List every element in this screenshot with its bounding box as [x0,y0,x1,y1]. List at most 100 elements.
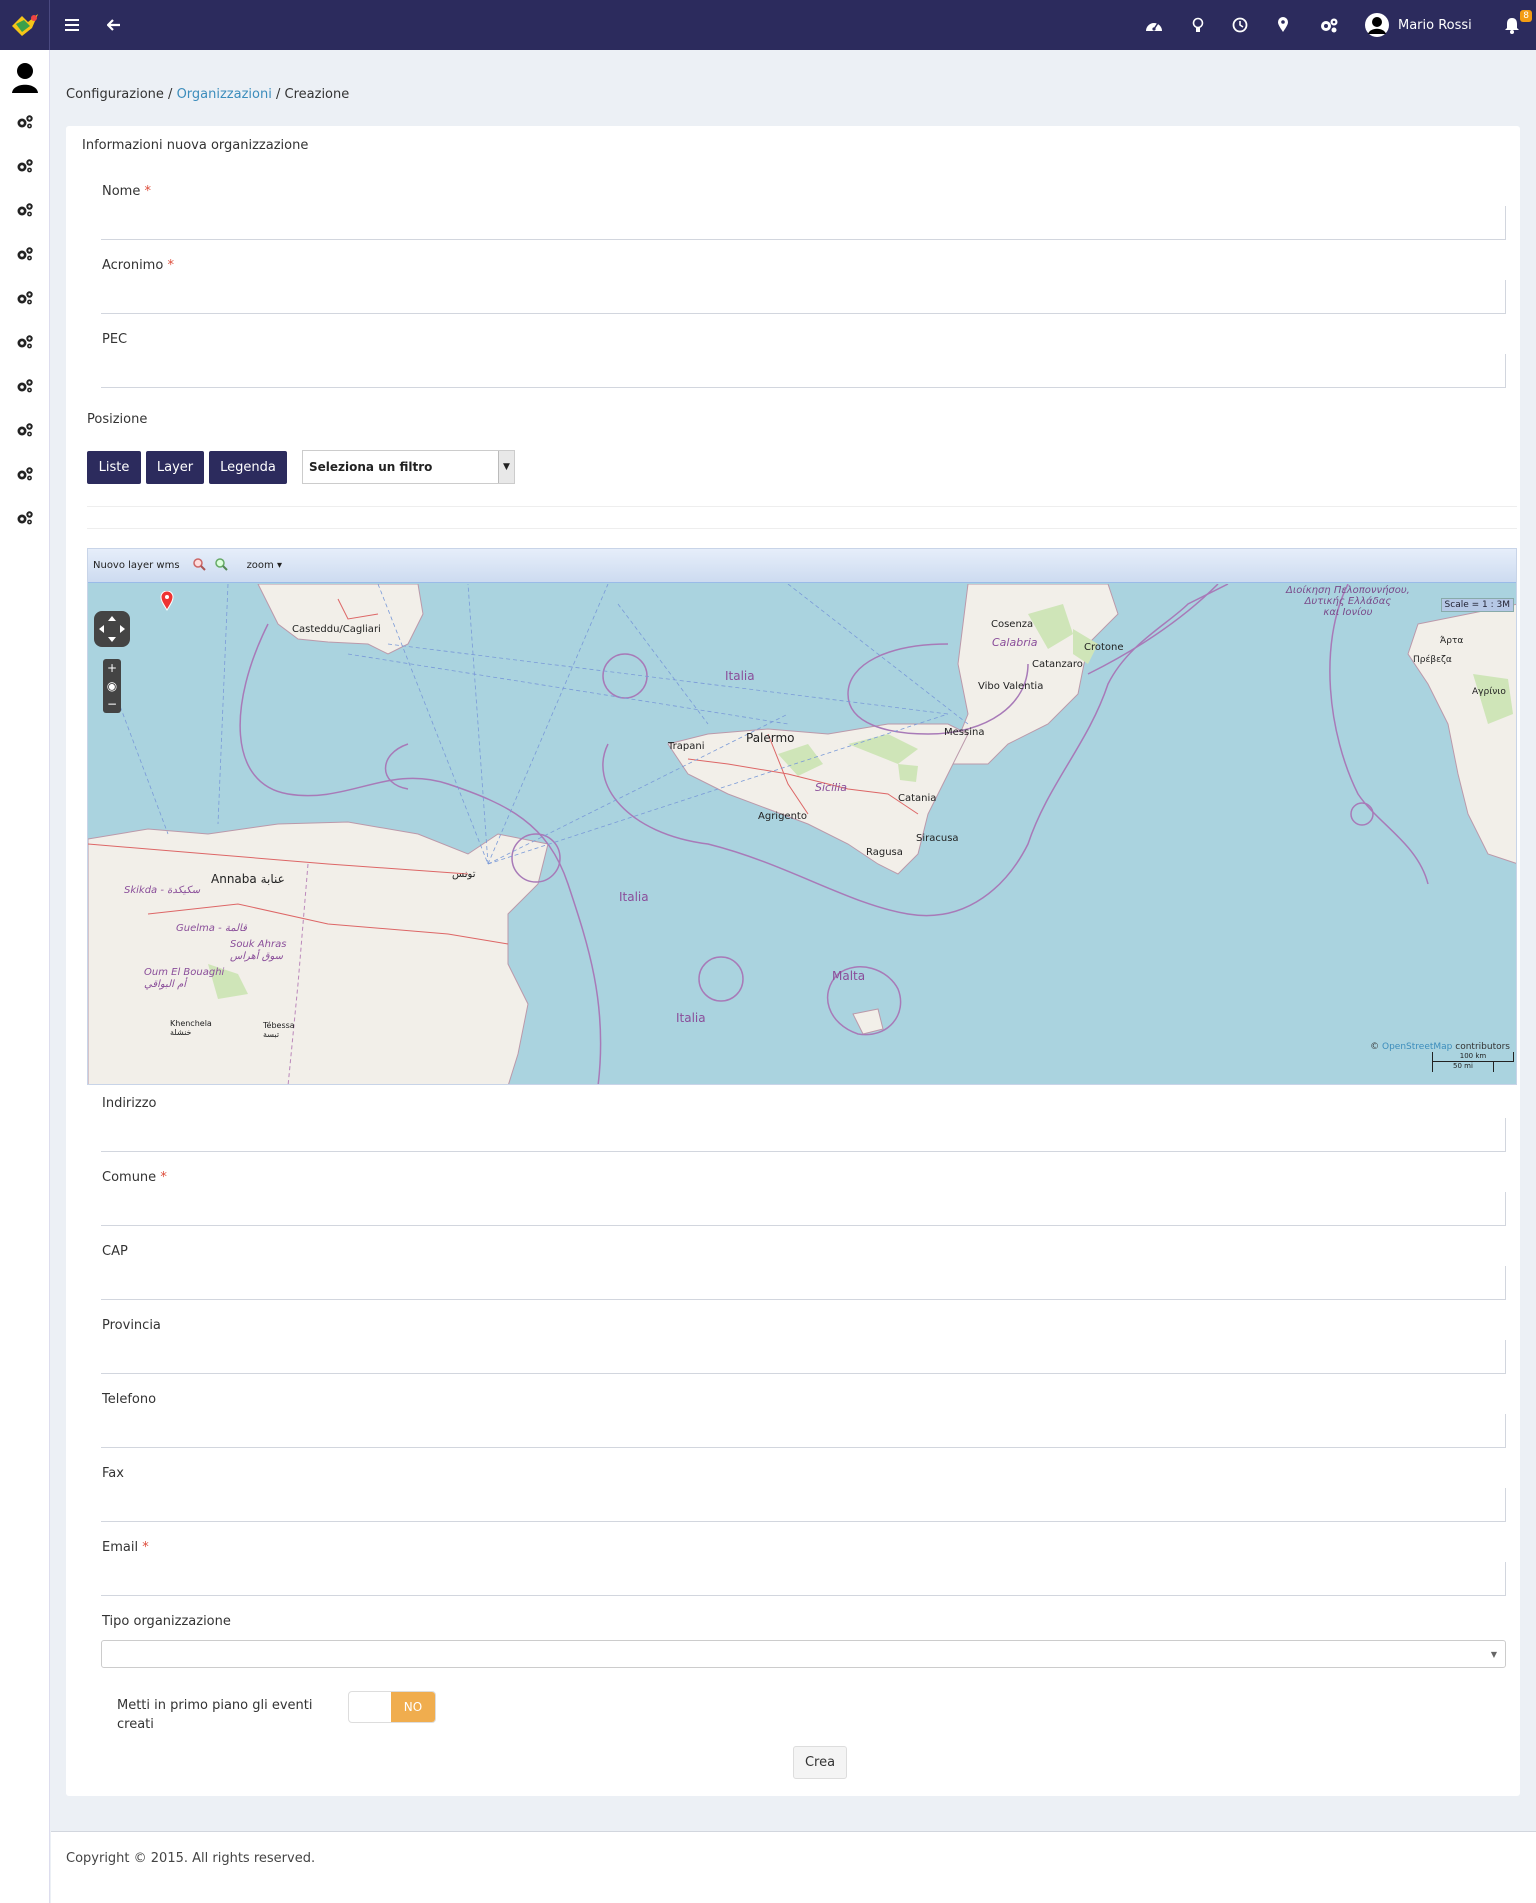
required-marker: * [167,258,174,273]
tipo-organizzazione-label: Tipo organizzazione [102,1614,231,1629]
map-label: Siracusa [916,833,959,844]
attribution-suffix: contributors [1455,1042,1510,1052]
breadcrumb-root[interactable]: Configurazione [66,87,164,102]
sidebar-item-config-9[interactable] [0,456,50,492]
map-label: Trapani [668,741,705,752]
zoom-menu-label: zoom [246,560,274,571]
comune-input[interactable] [101,1192,1506,1226]
map-label: Catania [898,793,937,804]
map-label: Ragusa [866,847,903,858]
sidebar [0,50,50,1903]
divider [87,528,1517,529]
layer-button[interactable]: Layer [146,451,204,484]
gears-icon [16,202,34,218]
sidebar-item-config-10[interactable] [0,500,50,536]
map-pan-control[interactable] [94,611,130,647]
menu-icon[interactable] [58,0,86,50]
map-label: Casteddu/Cagliari [292,624,381,635]
sidebar-item-profile[interactable] [0,58,50,98]
sidebar-item-config-7[interactable] [0,368,50,404]
zoom-in-magnifier-icon[interactable] [192,557,206,574]
telefono-input[interactable] [101,1414,1506,1448]
acronimo-label: Acronimo * [102,258,174,273]
card-title: Informazioni nuova organizzazione [82,138,309,153]
zoom-in-icon[interactable]: + [107,661,117,675]
user-name: Mario Rossi [1398,17,1472,33]
map-zoom-control[interactable]: + ◉ − [103,659,121,713]
map-label: Vibo Valentia [978,681,1044,692]
lightbulb-icon[interactable] [1184,0,1212,50]
map-panel[interactable]: Nuovo layer wms zoom ▾ Casteddu/Cagliari… [87,548,1517,1085]
chevron-down-icon: ▼ [1490,1650,1497,1659]
map-canvas[interactable] [88,584,1517,1085]
zoom-menu[interactable]: zoom ▾ [242,560,282,571]
user-menu[interactable]: Mario Rossi [1364,0,1484,50]
breadcrumb: Configurazione / Organizzazioni / Creazi… [66,87,349,102]
new-layer-wms-button[interactable]: Nuovo layer wms [93,560,180,571]
map-label: Διοίκηση Πελοποννήσου, Δυτικής Ελλάδας κ… [1286,585,1410,618]
nome-input[interactable] [101,206,1506,240]
zoom-out-magnifier-icon[interactable] [214,557,228,574]
gears-icon[interactable] [1314,0,1344,50]
form-card: Informazioni nuova organizzazione Nome *… [66,126,1520,1796]
comune-label: Comune * [102,1170,167,1185]
sidebar-item-config-1[interactable] [0,104,50,140]
legenda-button[interactable]: Legenda [209,451,287,484]
crea-button[interactable]: Crea [793,1746,847,1779]
scale-mi: 50 mi [1432,1062,1494,1072]
map-scale-ratio: Scale = 1 : 3M [1440,598,1514,612]
cap-input[interactable] [101,1266,1506,1300]
gears-icon [16,290,34,306]
nome-label-text: Nome [102,184,141,199]
acronimo-input[interactable] [101,280,1506,314]
posizione-label: Posizione [87,412,148,427]
copyright-text: Copyright © 2015. All rights reserved. [66,1851,316,1866]
notifications-button[interactable]: 8 [1498,0,1532,50]
liste-button[interactable]: Liste [87,451,141,484]
globe-icon[interactable]: ◉ [107,679,117,693]
map-pin-icon[interactable] [160,590,174,615]
zoom-out-icon[interactable]: − [107,697,117,711]
sidebar-item-config-4[interactable] [0,236,50,272]
sidebar-item-config-6[interactable] [0,324,50,360]
primo-piano-toggle[interactable]: NO [348,1691,436,1723]
sidebar-item-config-3[interactable] [0,192,50,228]
clock-icon[interactable] [1226,0,1254,50]
back-arrow-icon[interactable] [100,0,128,50]
gears-icon [16,114,34,130]
gears-icon [16,158,34,174]
email-input[interactable] [101,1562,1506,1596]
map-label: Oum El Bouaghi أم البواقي [144,967,225,990]
gears-icon [16,246,34,262]
breadcrumb-link-organizzazioni[interactable]: Organizzazioni [177,87,272,102]
sidebar-item-config-5[interactable] [0,280,50,316]
map-scale-bar: 100 km 50 mi [1432,1052,1514,1076]
map-label: Messina [944,727,985,738]
email-label-text: Email [102,1540,139,1555]
dashboard-icon[interactable] [1140,0,1168,50]
map-marker-icon[interactable] [1269,0,1297,50]
map-label: Palermo [746,731,795,745]
pec-input[interactable] [101,354,1506,388]
tipo-organizzazione-select[interactable]: ▼ [101,1640,1506,1668]
gears-icon [16,378,34,394]
fax-input[interactable] [101,1488,1506,1522]
required-marker: * [144,184,151,199]
provincia-input[interactable] [101,1340,1506,1374]
sidebar-item-config-2[interactable] [0,148,50,184]
map-label: Agrigento [758,811,807,822]
dropdown-arrow-icon[interactable]: ▼ [498,451,514,483]
indirizzo-input[interactable] [101,1118,1506,1152]
nome-label: Nome * [102,184,151,199]
user-avatar-icon [1364,12,1390,38]
map-label: Πρέβεζα [1413,655,1452,665]
filter-select[interactable]: Seleziona un filtro ▼ [302,450,515,484]
required-marker: * [142,1540,149,1555]
app-logo[interactable] [0,0,50,50]
map-label: Guelma - قالمة [176,923,247,934]
sidebar-item-config-8[interactable] [0,412,50,448]
notification-badge: 8 [1520,10,1532,22]
divider [87,506,1517,507]
attribution-prefix: © [1370,1042,1380,1052]
attribution-link[interactable]: OpenStreetMap [1382,1042,1452,1052]
